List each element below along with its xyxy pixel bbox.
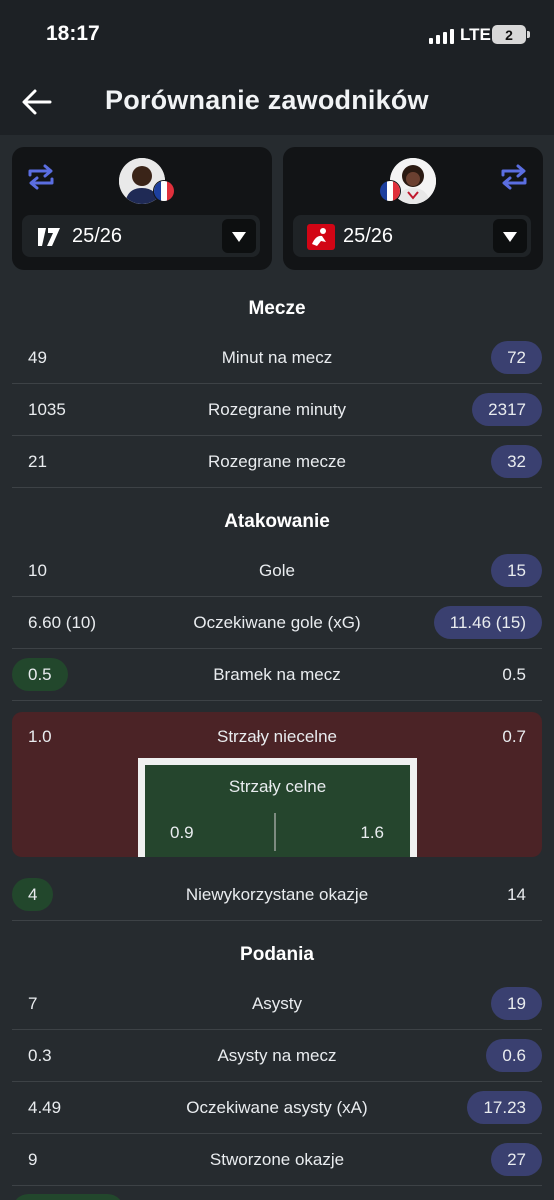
stat-right-value-highlight: 19 xyxy=(491,987,542,1020)
stats-comparison: Mecze 49 Minut na mecz 72 1035 Rozegrane… xyxy=(0,282,554,1200)
stat-label: Niewykorzystane okazje xyxy=(185,885,369,904)
section-title-passing: Podania xyxy=(240,944,314,965)
season-select-right[interactable]: 25/26 xyxy=(293,215,531,257)
player-selectors: 25/26 25/26 xyxy=(0,135,554,282)
shots-off-label: Strzały niecelne xyxy=(216,727,337,746)
swap-player-icon[interactable] xyxy=(26,163,56,191)
stat-row: 49 Minut na mecz 72 xyxy=(12,332,542,384)
bundesliga-icon xyxy=(307,224,335,250)
shots-on-left: 0.9 xyxy=(170,823,194,842)
stat-label: Rozegrane mecze xyxy=(208,452,346,471)
page-title: Porównanie zawodników xyxy=(105,85,429,115)
sim-badge: 2 xyxy=(505,26,513,43)
season-select-left[interactable]: 25/26 xyxy=(22,215,260,257)
stat-right-value-highlight: 27 xyxy=(491,1143,542,1176)
stat-label: Stworzone okazje xyxy=(209,1150,345,1169)
shots-on-right: 1.6 xyxy=(360,823,384,842)
season-label-left: 25/26 xyxy=(72,225,123,247)
player-card-right[interactable]: 25/26 xyxy=(283,147,543,270)
status-time: 18:17 xyxy=(46,22,100,45)
stat-right-value-highlight: 72 xyxy=(491,341,542,374)
top-bar: Porównanie zawodników xyxy=(0,70,554,135)
stat-label: Asysty xyxy=(251,994,303,1013)
goal-divider xyxy=(274,813,276,851)
stat-right-value-highlight: 0.6 xyxy=(486,1039,542,1072)
stat-row: 0.5 Bramek na mecz 0.5 xyxy=(12,649,542,701)
stat-label: Oczekiwane asysty (xA) xyxy=(186,1098,368,1117)
player-card-left[interactable]: 25/26 xyxy=(12,147,272,270)
partial-highlight-pill xyxy=(12,1194,124,1200)
shots-on-label: Strzały celne xyxy=(228,777,327,796)
stat-right-value: 14 xyxy=(507,885,526,904)
stat-row: 4.49 Oczekiwane asysty (xA) 17.23 xyxy=(12,1082,542,1134)
stat-row: 4 Niewykorzystane okazje 14 xyxy=(12,869,542,921)
france-flag-icon xyxy=(379,180,401,202)
stat-right-value-highlight: 32 xyxy=(491,445,542,478)
network-label: LTE xyxy=(460,25,491,44)
stat-row: 21 Rozegrane mecze 32 xyxy=(12,436,542,488)
stat-right-value-highlight: 2317 xyxy=(472,393,542,426)
stat-row: 9 Stworzone okazje 27 xyxy=(12,1134,542,1186)
shots-off-right: 0.7 xyxy=(502,727,526,746)
chevron-down-icon[interactable] xyxy=(493,219,527,253)
stat-row: 7 Asysty 19 xyxy=(12,978,542,1030)
arrow-left-icon[interactable] xyxy=(20,85,54,119)
stat-row: 6.60 (10) Oczekiwane gole (xG) 11.46 (15… xyxy=(12,597,542,649)
stat-row: 10 Gole 15 xyxy=(12,545,542,597)
stat-label: Minut na mecz xyxy=(221,348,333,367)
stat-label: Asysty na mecz xyxy=(217,1046,337,1065)
stat-label: Rozegrane minuty xyxy=(208,400,346,419)
status-bar: 18:17 LTE 2 xyxy=(0,0,554,70)
season-label-right: 25/26 xyxy=(343,225,394,247)
section-title-matches: Mecze xyxy=(248,298,306,319)
goal-frame: Strzały celne 0.9 1.6 xyxy=(138,758,417,857)
france-flag-icon xyxy=(153,180,175,202)
swap-player-icon[interactable] xyxy=(499,163,529,191)
battery-icon: 2 xyxy=(492,25,530,44)
stat-label: Gole xyxy=(259,561,295,580)
ligue1-icon xyxy=(38,228,60,246)
section-title-attack: Atakowanie xyxy=(224,511,330,532)
shots-visual: 1.0 Strzały niecelne 0.7 Strzały celne 0… xyxy=(12,712,542,857)
stat-right-value-highlight: 17.23 xyxy=(467,1091,542,1124)
stat-right-value-highlight: 11.46 (15) xyxy=(433,606,542,639)
stat-label: Bramek na mecz xyxy=(213,665,341,684)
signal-icon xyxy=(429,29,454,44)
chevron-down-icon[interactable] xyxy=(222,219,256,253)
stat-right-value-highlight: 15 xyxy=(491,554,542,587)
stat-row: 1035 Rozegrane minuty 2317 xyxy=(12,384,542,436)
stat-right-value: 0.5 xyxy=(502,665,526,684)
stat-row: 0.3 Asysty na mecz 0.6 xyxy=(12,1030,542,1082)
